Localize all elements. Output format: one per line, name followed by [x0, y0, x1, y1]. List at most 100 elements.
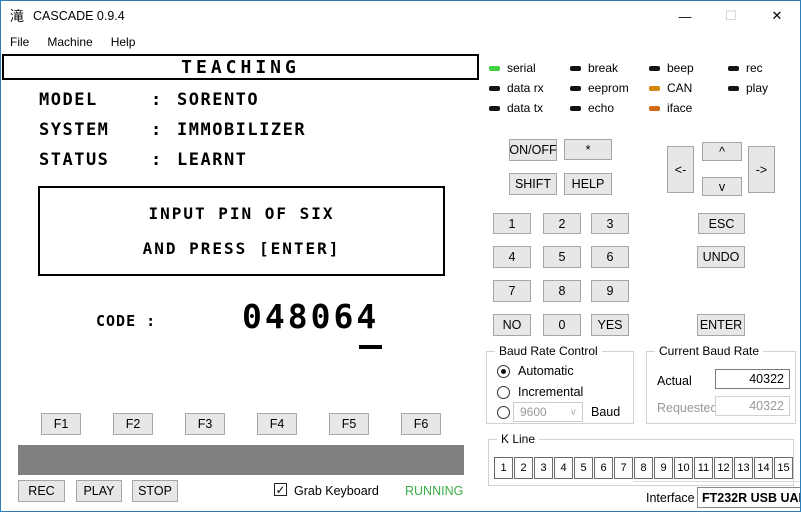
kline-button-11[interactable]: 11: [694, 457, 713, 479]
onoff-button[interactable]: ON/OFF: [509, 139, 557, 161]
led-label: iface: [667, 101, 692, 115]
arrow-down-button[interactable]: v: [702, 177, 742, 196]
f3-button[interactable]: F3: [185, 413, 225, 435]
baud-select-value: 9600: [520, 405, 547, 419]
requested-label: Requested: [657, 401, 717, 415]
system-value: IMMOBILIZER: [177, 120, 306, 140]
radio-selected-icon: [497, 365, 510, 378]
kline-button-5[interactable]: 5: [574, 457, 593, 479]
kline-button-3[interactable]: 3: [534, 457, 553, 479]
interface-label: Interface: [646, 491, 695, 505]
kline-button-7[interactable]: 7: [614, 457, 633, 479]
kline-button-4[interactable]: 4: [554, 457, 573, 479]
led-rec: rec: [728, 58, 768, 78]
help-button[interactable]: HELP: [564, 173, 612, 195]
rec-button[interactable]: REC: [18, 480, 65, 502]
key-1[interactable]: 1: [493, 213, 531, 234]
esc-button[interactable]: ESC: [698, 213, 745, 234]
prompt-box: INPUT PIN OF SIX AND PRESS [ENTER]: [38, 186, 445, 276]
close-button[interactable]: ✕: [754, 1, 800, 31]
kline-button-15[interactable]: 15: [774, 457, 793, 479]
key-6[interactable]: 6: [591, 246, 629, 268]
f6-button[interactable]: F6: [401, 413, 441, 435]
f4-button[interactable]: F4: [257, 413, 297, 435]
shift-button[interactable]: SHIFT: [509, 173, 557, 195]
checkmark-icon: ✓: [275, 485, 285, 495]
led-label: play: [746, 81, 768, 95]
k-line-buttons: 1 2 3 4 5 6 7 8 9 10 11 12 13 14 15: [494, 457, 793, 479]
enter-button[interactable]: ENTER: [697, 314, 745, 336]
model-row: MODEL : SORENTO: [39, 85, 306, 115]
kline-button-8[interactable]: 8: [634, 457, 653, 479]
key-7[interactable]: 7: [493, 280, 531, 302]
kline-button-9[interactable]: 9: [654, 457, 673, 479]
progress-bar: [18, 445, 464, 475]
k-line-title: K Line: [497, 432, 539, 446]
key-3[interactable]: 3: [591, 213, 629, 234]
led-label: beep: [667, 61, 694, 75]
key-0[interactable]: 0: [543, 314, 581, 336]
f5-button[interactable]: F5: [329, 413, 369, 435]
undo-button[interactable]: UNDO: [697, 246, 745, 268]
star-button[interactable]: *: [564, 139, 612, 160]
stop-button[interactable]: STOP: [132, 480, 178, 502]
iface-led-icon: [649, 106, 660, 111]
current-baud-title: Current Baud Rate: [655, 344, 763, 358]
key-4[interactable]: 4: [493, 246, 531, 268]
kline-button-1[interactable]: 1: [494, 457, 513, 479]
led-label: serial: [507, 61, 536, 75]
arrow-left-button[interactable]: <-: [667, 146, 694, 193]
led-break: break: [570, 58, 629, 78]
key-9[interactable]: 9: [591, 280, 629, 302]
rec-led-icon: [728, 66, 739, 71]
menu-help[interactable]: Help: [102, 33, 145, 51]
code-label: CODE :: [96, 312, 156, 330]
led-label: data tx: [507, 101, 543, 115]
grab-keyboard-checkbox[interactable]: ✓: [274, 483, 287, 496]
key-8[interactable]: 8: [543, 280, 581, 302]
kline-button-2[interactable]: 2: [514, 457, 533, 479]
f2-button[interactable]: F2: [113, 413, 153, 435]
menu-file[interactable]: File: [1, 33, 38, 51]
radio-automatic-label: Automatic: [518, 364, 574, 378]
play-button[interactable]: PLAY: [76, 480, 122, 502]
baud-group-title: Baud Rate Control: [495, 344, 602, 358]
kline-button-6[interactable]: 6: [594, 457, 613, 479]
interface-value-field: FT232R USB UAR: [697, 487, 801, 508]
menu-machine[interactable]: Machine: [38, 33, 101, 51]
colon: :: [151, 150, 177, 170]
radio-automatic[interactable]: Automatic: [497, 364, 574, 378]
key-yes[interactable]: YES: [591, 314, 629, 336]
minimize-button[interactable]: —: [662, 1, 708, 31]
radio-incremental[interactable]: Incremental: [497, 385, 583, 399]
running-status: RUNNING: [405, 484, 463, 498]
kline-button-12[interactable]: 12: [714, 457, 733, 479]
colon: :: [151, 90, 177, 110]
actual-value-field: 40322: [715, 369, 790, 389]
arrow-right-button[interactable]: ->: [748, 146, 775, 193]
menu-bar: File Machine Help: [1, 31, 481, 52]
baud-rate-control-group: Baud Rate Control Automatic Incremental …: [486, 351, 634, 424]
baud-unit-label: Baud: [591, 405, 620, 419]
led-echo: echo: [570, 98, 629, 118]
baud-select[interactable]: 9600 ∨: [513, 402, 583, 422]
key-2[interactable]: 2: [543, 213, 581, 234]
arrow-up-button[interactable]: ^: [702, 142, 742, 161]
system-label: SYSTEM: [39, 120, 151, 140]
led-label: echo: [588, 101, 614, 115]
led-label: rec: [746, 61, 763, 75]
kline-button-13[interactable]: 13: [734, 457, 753, 479]
led-column-3: beep CAN iface: [649, 58, 694, 118]
requested-value-field: 40322: [715, 396, 790, 416]
eeprom-led-icon: [570, 86, 581, 91]
vehicle-info: MODEL : SORENTO SYSTEM : IMMOBILIZER STA…: [39, 85, 306, 175]
key-5[interactable]: 5: [543, 246, 581, 268]
key-no[interactable]: NO: [493, 314, 531, 336]
kline-button-10[interactable]: 10: [674, 457, 693, 479]
serial-led-icon: [489, 66, 500, 71]
led-data-tx: data tx: [489, 98, 544, 118]
kline-button-14[interactable]: 14: [754, 457, 773, 479]
data-tx-led-icon: [489, 106, 500, 111]
f1-button[interactable]: F1: [41, 413, 81, 435]
system-row: SYSTEM : IMMOBILIZER: [39, 115, 306, 145]
